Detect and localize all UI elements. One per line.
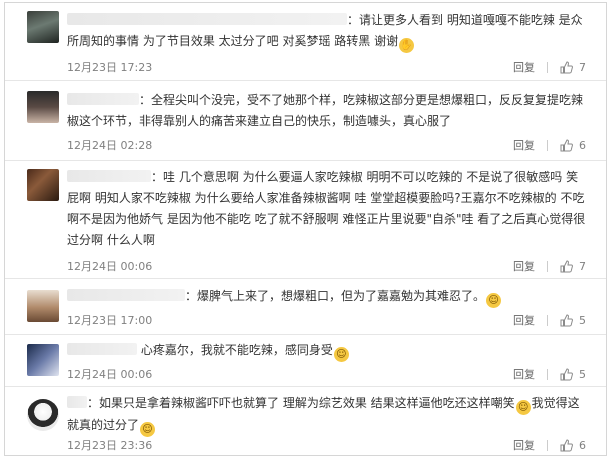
username[interactable] [67, 396, 87, 408]
timestamp: 12月24日 02:28 [67, 139, 153, 152]
timestamp: 12月23日 17:23 [67, 61, 153, 74]
avatar[interactable] [27, 91, 59, 123]
comment-actions: 回复 5 [513, 312, 586, 328]
comment-text: 心疼嘉尔，我就不能吃辣，感同身受 ☺ [67, 340, 586, 362]
comment-text: ：请让更多人看到 明知道嘎嘎不能吃辣 是众所周知的事情 为了节目效果 太过分了吧… [67, 13, 583, 53]
username[interactable] [67, 343, 137, 355]
comment-actions: 回复 6 [513, 137, 586, 153]
smile-emoji-icon: ☺ [486, 293, 502, 308]
comment-item: ：全程尖叫个没完，受不了她那个样，吃辣椒这部分更是想爆粗口，反反复复提吃辣椒这个… [5, 81, 606, 161]
reply-button[interactable]: 回复 [513, 59, 535, 75]
thumbs-up-icon[interactable] [560, 313, 573, 327]
username[interactable] [67, 93, 139, 105]
username[interactable] [67, 170, 151, 182]
timestamp: 12月24日 00:06 [67, 260, 153, 273]
comment-item: ：如果只是拿着辣椒酱吓吓也就算了 理解为综艺效果 结果这样逼他吃还这样嘲笑 ☺ 我觉… [5, 387, 606, 455]
thumbs-up-icon[interactable] [560, 259, 573, 273]
timestamp: 12月24日 00:06 [67, 368, 153, 381]
comment-actions: 回复 7 [513, 258, 586, 274]
comment-body: 如果只是拿着辣椒酱吓吓也就算了 理解为综艺效果 结果这样逼他吃还这样嘲笑 [99, 396, 515, 410]
thumbs-up-icon[interactable] [560, 438, 573, 452]
comment-text: ：爆脾气上来了，想爆粗口，但为了嘉嘉勉为其难忍了。 ☺ [67, 286, 586, 308]
like-count: 6 [579, 438, 586, 452]
comment-actions: 回复 6 [513, 437, 586, 453]
like-count: 6 [579, 138, 586, 152]
comment-item: ：请让更多人看到 明知道嘎嘎不能吃辣 是众所周知的事情 为了节目效果 太过分了吧… [5, 3, 606, 81]
divider [547, 260, 548, 272]
avatar[interactable] [27, 169, 59, 201]
like-count: 7 [579, 60, 586, 74]
thumbs-up-icon[interactable] [560, 367, 573, 381]
comment-list: ：请让更多人看到 明知道嘎嘎不能吃辣 是众所周知的事情 为了节目效果 太过分了吧… [4, 2, 607, 456]
comment-text: ：如果只是拿着辣椒酱吓吓也就算了 理解为综艺效果 结果这样逼他吃还这样嘲笑 ☺ 我觉… [67, 396, 580, 437]
like-count: 5 [579, 313, 586, 327]
avatar[interactable] [27, 344, 59, 376]
avatar[interactable] [27, 290, 59, 322]
reply-button[interactable]: 回复 [513, 258, 535, 274]
reply-button[interactable]: 回复 [513, 137, 535, 153]
avatar[interactable] [27, 399, 59, 431]
timestamp: 12月23日 23:36 [67, 439, 153, 452]
comment-actions: 回复 7 [513, 59, 586, 75]
timestamp: 12月23日 17:00 [67, 314, 153, 327]
divider [547, 368, 548, 380]
comment-text: ：哇 几个意思啊 为什么要逼人家吃辣椒 明明不可以吃辣的 不是说了很敏感吗 笑屁… [67, 170, 586, 247]
username[interactable] [67, 13, 347, 25]
avatar[interactable] [27, 11, 59, 43]
username[interactable] [67, 289, 185, 301]
divider [547, 439, 548, 451]
like-count: 5 [579, 367, 586, 381]
reply-button[interactable]: 回复 [513, 437, 535, 453]
reply-button[interactable]: 回复 [513, 366, 535, 382]
pray-emoji-icon: ✋ [399, 38, 415, 53]
comment-item: ：爆脾气上来了，想爆粗口，但为了嘉嘉勉为其难忍了。 ☺ 12月23日 17:00 … [5, 279, 606, 335]
comment-body: 爆脾气上来了，想爆粗口，但为了嘉嘉勉为其难忍了。 [197, 289, 486, 303]
smile-emoji-icon: ☺ [333, 347, 349, 362]
like-count: 7 [579, 259, 586, 273]
reply-button[interactable]: 回复 [513, 312, 535, 328]
divider [547, 61, 548, 73]
comment-item: ：哇 几个意思啊 为什么要逼人家吃辣椒 明明不可以吃辣的 不是说了很敏感吗 笑屁… [5, 161, 606, 279]
thumbs-up-icon[interactable] [560, 138, 573, 152]
comment-text: ：全程尖叫个没完，受不了她那个样，吃辣椒这部分更是想爆粗口，反反复复提吃辣椒这个… [67, 93, 584, 128]
smile-emoji-icon: ☺ [515, 400, 531, 415]
divider [547, 139, 548, 151]
smile-emoji-icon: ☺ [140, 422, 156, 437]
comment-body: 心疼嘉尔，我就不能吃辣，感同身受 [140, 343, 333, 357]
comment-actions: 回复 5 [513, 366, 586, 382]
thumbs-up-icon[interactable] [560, 60, 573, 74]
divider [547, 314, 548, 326]
comment-item: 心疼嘉尔，我就不能吃辣，感同身受 ☺ 12月24日 00:06 回复 5 [5, 335, 606, 387]
